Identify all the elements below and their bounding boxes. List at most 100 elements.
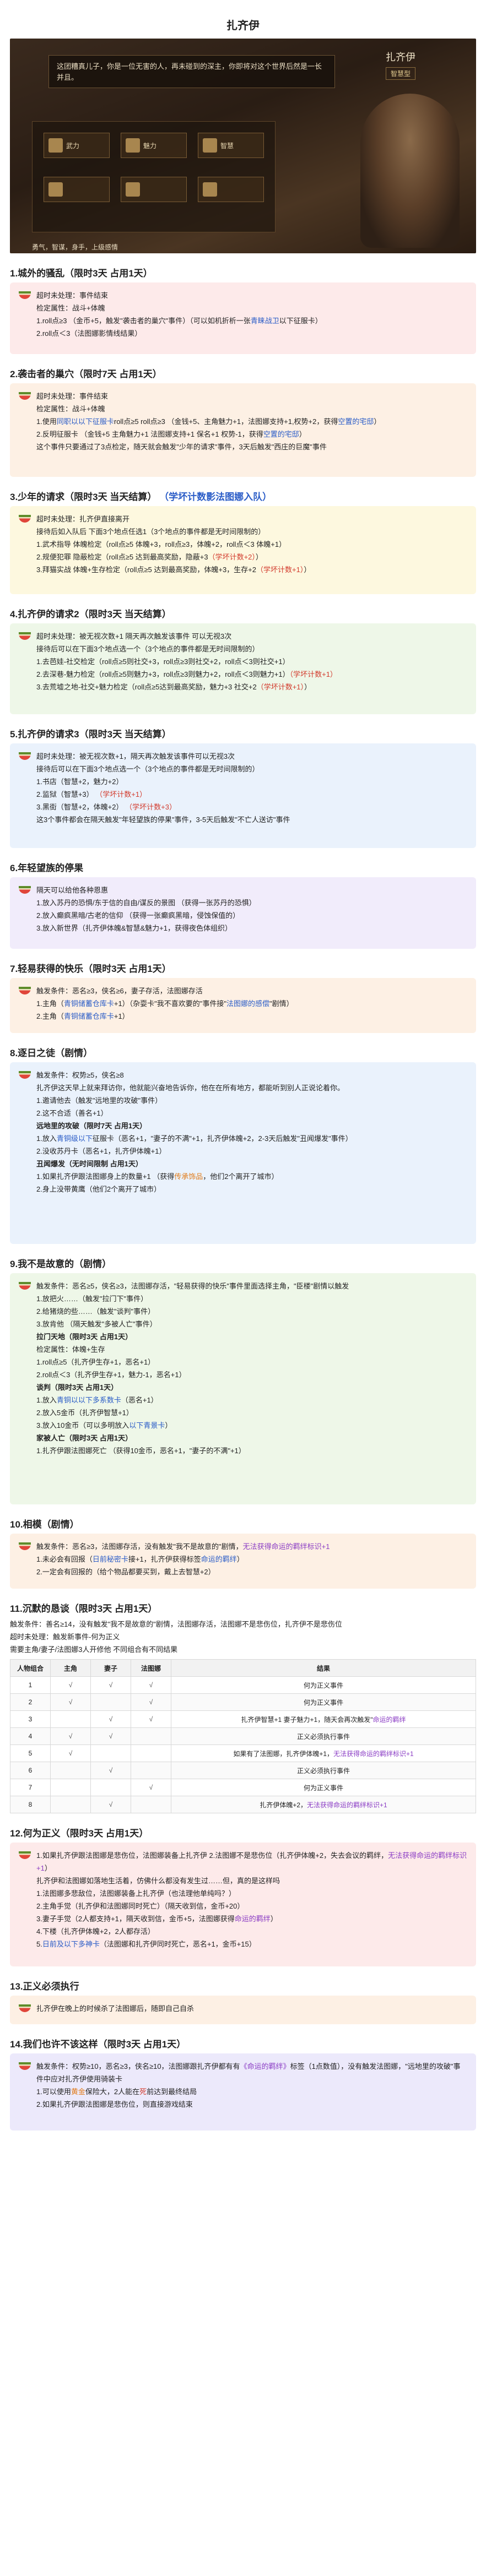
text-line: 2.如果扎齐伊跟法图娜是悲伤位，则直接游戏结束 [36, 2100, 193, 2108]
watermelon-icon [19, 1282, 31, 1290]
text-line: 触发条件：权势≥10，恶名≥3，侠名≥10，法图娜跟扎齐伊都有有《命运的羁绊》标… [36, 2062, 461, 2083]
text-line: 1.书店（智慧+2，魅力+2） [36, 778, 123, 786]
text-line: 1.武术指导 体魄检定（roll点≥5 体魄+3，roll点≥3，体魄+2，ro… [36, 540, 287, 548]
watermelon-icon [19, 515, 31, 523]
table-row: 3 √ √ 扎齐伊智慧+1 妻子魅力+1，随天会再次触发"命运的羁绊 [10, 1710, 476, 1728]
attribute-icon [126, 182, 140, 197]
text-line: 2.主角（青铜储蓄仓库卡+1） [36, 1012, 129, 1020]
text-line: 1.未必会有回报（日前秘密卡接+1，扎齐伊获得标签命运的羁绊） [36, 1555, 244, 1563]
text-line: 2.给猪烧的些……（触发"谈判"事件） [36, 1307, 155, 1316]
text-line: 2.反明征服卡 （金钱+5 主角魅力+1 法图娜支持+1 保名+1 权势-1，获… [36, 430, 306, 438]
attribute-icon [48, 138, 63, 153]
watermelon-icon [19, 886, 31, 894]
text-line: 接待后可以在下面3个地点选一个（3个地点的事件都是无时间限制的） [36, 645, 260, 653]
section-title: 2.袭击者的巢穴（限时7天 占用1天） [10, 369, 162, 379]
info-box: 触发条件：恶名≥3，法图娜存活，没有触发"我不是故意的"剧情，无法获得命运的羁绊… [10, 1534, 476, 1589]
info-box: 超时未处理：扎齐伊直接离开 接待后如入队后 下面3个地点任选1（3个地点的事件都… [10, 506, 476, 594]
page: 扎齐伊 这团糟真儿子，你是一位无害的人，再未碰到的深主，你即将对这个世界后然是一… [0, 0, 486, 2131]
attribute-icon [203, 138, 217, 153]
watermelon-icon [19, 1071, 31, 1079]
section-link[interactable]: （学坏计数影法图娜入队） [159, 492, 272, 502]
section-title: 14.我们也许不该这样（限时3天 占用1天） [10, 2039, 186, 2050]
text-line: 1.如果扎齐伊跟法图娜是悲伤位，法图娜装备上扎齐伊 2.法图娜不是悲伤位（扎齐伊… [36, 1851, 467, 1872]
text-line: 超时未处理：被无视次数+1 隔天再次触发该事件 可以无视3次 [36, 632, 232, 640]
text-line: 3.放入新世界（扎齐伊体魄&智慧&魅力+1，获得夜色体组织） [36, 924, 233, 932]
table-row: 2 √ √ 何为正义事件 [10, 1693, 476, 1711]
watermelon-icon [19, 2004, 31, 2012]
text-line: 3.妻子手觉（2人都支持+1，隔天收到信，金币+5，法图娜获得命运的羁绊） [36, 1915, 278, 1923]
text-line: 1.如果扎齐伊跟法图娜身上的数量+1 （获得传承饰品，他们2个离开了城市） [36, 1172, 279, 1181]
text-line: 1.roll点≥3 （金币+5，触发"袭击者的巢穴"事件）（可以如机折析一张青睐… [36, 317, 322, 325]
text-line: 2.放入5金币（扎齐伊智慧+1） [36, 1409, 133, 1417]
column-header: 妻子 [90, 1659, 131, 1677]
hero-attribute-panel: 武力 魅力 智慧 [32, 121, 276, 232]
info-box: 超时未处理：被无视次数+1 隔天再次触发该事件 可以无视3次 接待后可以在下面3… [10, 623, 476, 714]
section-13: 13.正义必须执行 扎齐伊在晚上的时候杀了法图娜后，随即自己自杀 [10, 1974, 476, 2024]
section-11: 11.沉默的恳谈（限时3天 占用1天） 触发条件：善名≥14，没有触发"我不是故… [10, 1596, 476, 1813]
subheading: 拉门天地（限时3天 占用1天） [36, 1333, 133, 1341]
section-12: 12.何为正义（限时3天 占用1天） 1.如果扎齐伊跟法图娜是悲伤位，法图娜装备… [10, 1821, 476, 1966]
section-title: 1.城外的骚乱（限时3天 占用1天） [10, 268, 153, 279]
text-line: 2.roll点＜3（扎齐伊生存+1，魅力-1，恶名+1） [36, 1371, 186, 1379]
text-line: 1.邀请他去（触发"远地里的攻破"事件） [36, 1096, 163, 1105]
table-row: 8 √ 扎齐伊体魄+2，无法获得命运的羁绊标识+1 [10, 1796, 476, 1813]
column-header: 法图娜 [131, 1659, 171, 1677]
section-10: 10.相模（剧情） 触发条件：恶名≥3，法图娜存活，没有触发"我不是故意的"剧情… [10, 1512, 476, 1589]
watermelon-icon [19, 752, 31, 760]
text-line: 接待后可以在下面3个地点选一个（3个地点的事件都是无时间限制的） [36, 765, 260, 773]
text-line: 1.放入苏丹的恐惧/东于信的自由/谋反的景图 （获得一张苏丹的恐惧） [36, 899, 256, 907]
table-row: 6 √ 正义必须执行事件 [10, 1762, 476, 1779]
section-title: 4.扎齐伊的请求2（限时3天 当天结算） [10, 609, 171, 619]
hero-slot-5 [121, 177, 187, 202]
text-line: 触发条件：善名≥14，没有触发"我不是故意的"剧情，法图娜存活，法图娜不是悲伤位… [10, 1620, 342, 1628]
attribute-icon [48, 182, 63, 197]
text-line: 3.黑街（智慧+2，体魄+2） （学坏计数+3） [36, 803, 176, 811]
section-title: 7.轻易获得的快乐（限时3天 占用1天） [10, 964, 171, 974]
combination-table: 人物组合 主角 妻子 法图娜 结果 1 √ √ √ 何为正义事件 2 √ √ 何为正义事件 3… [10, 1659, 476, 1813]
watermelon-icon [19, 1851, 31, 1859]
section-title: 8.逐日之徒（剧情） [10, 1048, 93, 1058]
column-header: 结果 [171, 1659, 476, 1677]
watermelon-icon [19, 291, 31, 299]
text-line: 1.放入青铜级以下征服卡（恶名+1，"妻子的不满"+1，扎齐伊体魄+2，2-3天… [36, 1134, 353, 1143]
subheading: 远地里的攻破（限时7天 占用1天） [36, 1122, 147, 1130]
section-title: 5.扎齐伊的请求3（限时3天 当天结算） [10, 729, 171, 740]
text-line: 2.roll点＜3（法图娜影情线结果） [36, 329, 142, 338]
watermelon-icon [19, 987, 31, 994]
info-box: 超时未处理：事件结束 检定属性：战斗+体魄 1.使用同职以以下征服卡roll点≥… [10, 383, 476, 477]
section-5: 5.扎齐伊的请求3（限时3天 当天结算） 超时未处理：被无视次数+1，隔天再次触… [10, 722, 476, 848]
info-box: 超时未处理：事件结束 检定属性：战斗+体魄 1.roll点≥3 （金币+5，触发… [10, 282, 476, 354]
text-line: 2.这不合适（善名+1） [36, 1109, 108, 1117]
hero-role-badge: 智慧型 [385, 67, 415, 80]
column-header: 主角 [50, 1659, 91, 1677]
text-line: 1.放把火……（触发"拉门下"事件） [36, 1295, 148, 1303]
text-line: 3.去荒墟之地-社交+魅力检定（roll点≥5达到最高奖励，魅力+3 社交+2（… [36, 683, 312, 691]
slot-label: 魅力 [143, 142, 157, 150]
info-box: 隔天可以给他各种恩惠 1.放入苏丹的恐惧/东于信的自由/谋反的景图 （获得一张苏… [10, 877, 476, 949]
text-line: 2.监狱（智慧+3） （学坏计数+1） [36, 790, 147, 798]
hero-tags: 勇气，智谋，身手，上级感情 [32, 243, 118, 251]
text-line: 触发条件：恶名≥3，侠名≥6，妻子存活，法图娜存活 [36, 987, 203, 995]
text-line: 1.法图娜多悲敌位，法图娜装备上扎齐伊（也法理他单纯吗？） [36, 1889, 236, 1898]
section-title: 6.年轻望族的停果 [10, 863, 84, 873]
table-row: 4 √ √ 正义必须执行事件 [10, 1727, 476, 1745]
hero-slot-3: 智慧 [198, 133, 264, 158]
watermelon-icon [19, 392, 31, 400]
text-line: 2.一定会有回报的（给个物品都要买到，戴上去智慧+2） [36, 1568, 215, 1576]
text-line: 接待后如入队后 下面3个地点任选1（3个地点的事件都是无时间限制的） [36, 528, 266, 536]
page-title: 扎齐伊 [226, 20, 260, 32]
text-line: 2.身上没带黄鹰（他们2个离开了城市） [36, 1185, 161, 1193]
text-line: 1.roll点≥5（扎齐伊生存+1，恶名+1） [36, 1358, 155, 1366]
info-box: 触发条件：恶名≥3，侠名≥6，妻子存活，法图娜存活 1.主角（青铜储蓄仓库卡+1… [10, 978, 476, 1033]
text-line: 触发条件：权势≥5，侠名≥8 [36, 1071, 124, 1079]
text-line: 1.使用同职以以下征服卡roll点≥5 roll点≥3 （金钱+5、主角魅力+1… [36, 417, 381, 426]
table-row: 5 √ 如果有了法图娜，扎齐伊体魄+1，无法获得命运的羁绊标识+1 [10, 1744, 476, 1762]
section-title: 11.沉默的恳谈（限时3天 占用1天） [10, 1604, 158, 1614]
hero-slot-2: 魅力 [121, 133, 187, 158]
attribute-icon [203, 182, 217, 197]
text-line: 这个事件只要通过了3点检定，随天就会触发"少年的请求"事件，3天后触发"西庄的巨… [36, 443, 327, 451]
section-title: 10.相模（剧情） [10, 1519, 79, 1530]
section-1: 1.城外的骚乱（限时3天 占用1天） 超时未处理：事件结束 检定属性：战斗+体魄… [10, 261, 476, 354]
text-line: 2.放入癫疯黑暗/古老的信仰 （获得一张癫疯黑暗，侵蚀保值的） [36, 911, 240, 920]
hero-slot-4 [44, 177, 110, 202]
